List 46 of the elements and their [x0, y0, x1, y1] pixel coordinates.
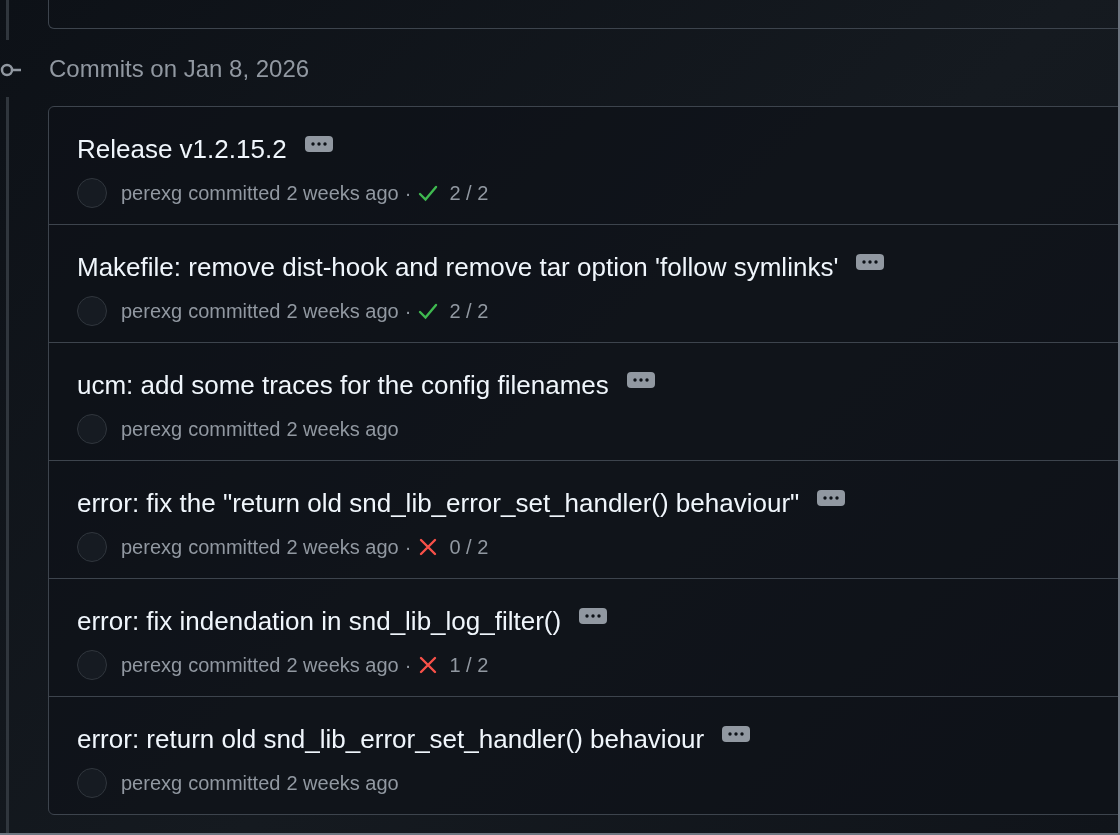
- author-link[interactable]: perexg: [121, 653, 183, 677]
- ellipsis-button[interactable]: [579, 608, 608, 624]
- commit-icon: [0, 62, 22, 77]
- commit-time: 2 weeks ago: [286, 181, 399, 205]
- commit-time: 2 weeks ago: [286, 417, 399, 441]
- commit-title-link[interactable]: ucm: add some traces for the config filenames: [77, 369, 609, 401]
- author-link[interactable]: perexg: [121, 181, 183, 205]
- commit-action: committed: [188, 181, 281, 205]
- commit-action: committed: [188, 771, 281, 795]
- separator-dot: ·: [404, 299, 412, 323]
- commit-action: committed: [188, 299, 281, 323]
- author-link[interactable]: perexg: [121, 771, 183, 795]
- commit-action: committed: [188, 417, 281, 441]
- ellipsis-button[interactable]: [304, 136, 333, 152]
- commit-time: 2 weeks ago: [286, 771, 399, 795]
- commit-action: committed: [188, 653, 281, 677]
- author-link[interactable]: perexg: [121, 535, 183, 559]
- ellipsis-button[interactable]: [817, 490, 846, 506]
- ellipsis-button[interactable]: [722, 726, 751, 742]
- ellipsis-icon: [632, 378, 649, 382]
- checks-count[interactable]: 1 / 2: [449, 653, 489, 677]
- checks-count[interactable]: 2 / 2: [449, 181, 489, 205]
- ellipsis-icon: [823, 496, 840, 500]
- commit-action: committed: [188, 535, 281, 559]
- ellipsis-icon: [585, 614, 602, 618]
- date-heading: Commits on Jan 8, 2026: [49, 54, 310, 83]
- commit-title-link[interactable]: error: fix indendation in snd_lib_log_filter(): [77, 605, 562, 637]
- ellipsis-icon: [310, 142, 327, 146]
- commit-time: 2 weeks ago: [286, 535, 399, 559]
- separator-dot: ·: [404, 653, 412, 677]
- ellipsis-button[interactable]: [626, 372, 655, 388]
- separator-dot: ·: [404, 181, 412, 205]
- checks-count[interactable]: 2 / 2: [449, 299, 489, 323]
- checks-count[interactable]: 0 / 2: [449, 535, 489, 559]
- author-link[interactable]: perexg: [121, 299, 183, 323]
- separator-dot: ·: [404, 535, 412, 559]
- commit-title-link[interactable]: error: fix the "return old snd_lib_error_set_handler() behaviour": [77, 487, 800, 519]
- commit-time: 2 weeks ago: [286, 653, 399, 677]
- ellipsis-icon: [728, 732, 745, 736]
- commit-title-link[interactable]: Makefile: remove dist-hook and remove tar option 'follow symlinks': [77, 251, 839, 283]
- commit-title-link[interactable]: Release v1.2.15.2: [77, 133, 287, 165]
- ellipsis-button[interactable]: [856, 254, 885, 270]
- author-link[interactable]: perexg: [121, 417, 183, 441]
- ellipsis-icon: [862, 260, 879, 264]
- commit-time: 2 weeks ago: [286, 299, 399, 323]
- commit-title-link[interactable]: error: return old snd_lib_error_set_handler() behaviour: [77, 723, 705, 755]
